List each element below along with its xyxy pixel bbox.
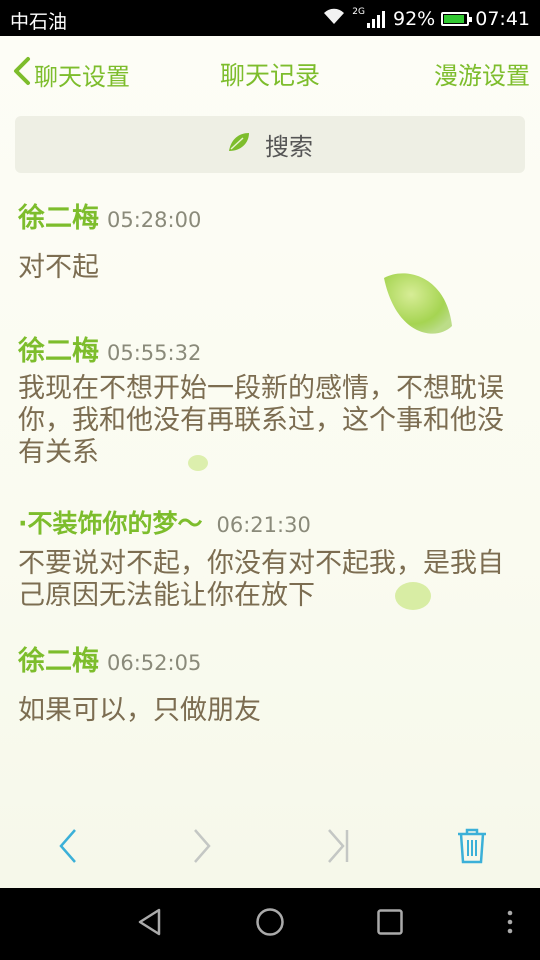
message-sender: 徐二梅 [18, 646, 99, 677]
leaf-icon [227, 131, 251, 159]
more-dots-icon [506, 910, 514, 938]
message-text: 如果可以，只做朋友 [18, 695, 261, 726]
home-circle-icon [255, 907, 285, 941]
delete-history-button[interactable] [452, 828, 492, 868]
nav-more-button[interactable] [492, 906, 528, 942]
message-item: 徐二梅 05:55:32 我现在不想开始一段新的感情，不想耽误你，我和他没有再联… [18, 329, 523, 504]
skip-to-end-icon [325, 828, 351, 868]
message-sender: ·不装饰你的梦～ [18, 509, 203, 538]
message-time: 06:52:05 [107, 651, 202, 675]
wifi-icon [322, 7, 346, 30]
message-text: 我现在不想开始一段新的感情，不想耽误你，我和他没有再联系过，这个事和他没有关系 [18, 373, 504, 468]
message-item: ·不装饰你的梦～ 06:21:30 不要说对不起，你没有对不起我，是我自己原因无… [18, 504, 523, 639]
battery-percent: 92% [393, 7, 436, 30]
nav-back-button[interactable] [132, 906, 168, 942]
signal-icon [367, 10, 385, 28]
chat-history-screen: 聊天设置 聊天记录 漫游设置 搜索 徐二梅 05:28:00 对不起 徐二梅 0… [0, 36, 540, 888]
carrier-name: 中石油 [10, 11, 68, 33]
roaming-settings-button[interactable]: 漫游设置 [434, 56, 530, 91]
battery-icon [441, 11, 473, 26]
chevron-left-icon [12, 56, 34, 92]
message-text: 不要说对不起，你没有对不起我，是我自己原因无法能让你在放下 [18, 548, 504, 611]
trash-icon [456, 828, 488, 868]
message-sender: 徐二梅 [18, 336, 99, 367]
previous-page-button[interactable] [48, 828, 88, 868]
message-sender: 徐二梅 [18, 203, 99, 234]
title-bar: 聊天设置 聊天记录 漫游设置 [0, 36, 540, 110]
clock: 07:41 [475, 7, 530, 30]
message-item: 徐二梅 06:52:05 如果可以，只做朋友 [18, 639, 523, 749]
chevron-left-icon [57, 828, 79, 868]
nav-home-button[interactable] [252, 906, 288, 942]
recents-square-icon [376, 908, 404, 940]
nav-recents-button[interactable] [372, 906, 408, 942]
message-time: 05:28:00 [107, 208, 202, 232]
message-time: 05:55:32 [107, 341, 202, 365]
search-label: 搜索 [265, 133, 313, 161]
chevron-right-icon [191, 828, 213, 868]
search-bar[interactable]: 搜索 [15, 116, 525, 173]
battery-fill [444, 14, 465, 23]
back-triangle-icon [137, 908, 163, 940]
bottom-toolbar [0, 806, 540, 888]
back-button[interactable]: 聊天设置 [12, 56, 130, 92]
message-list[interactable]: 徐二梅 05:28:00 对不起 徐二梅 05:55:32 我现在不想开始一段新… [18, 196, 523, 749]
navigation-bar [0, 888, 540, 960]
network-type: 2G [352, 6, 365, 17]
message-time: 06:21:30 [216, 513, 311, 537]
status-bar: 中石油 2G 92% 07:41 [0, 0, 540, 36]
last-page-button[interactable] [318, 828, 358, 868]
message-item: 徐二梅 05:28:00 对不起 [18, 196, 523, 329]
message-text: 对不起 [18, 252, 99, 283]
next-page-button[interactable] [182, 828, 222, 868]
back-button-label: 聊天设置 [34, 62, 130, 91]
